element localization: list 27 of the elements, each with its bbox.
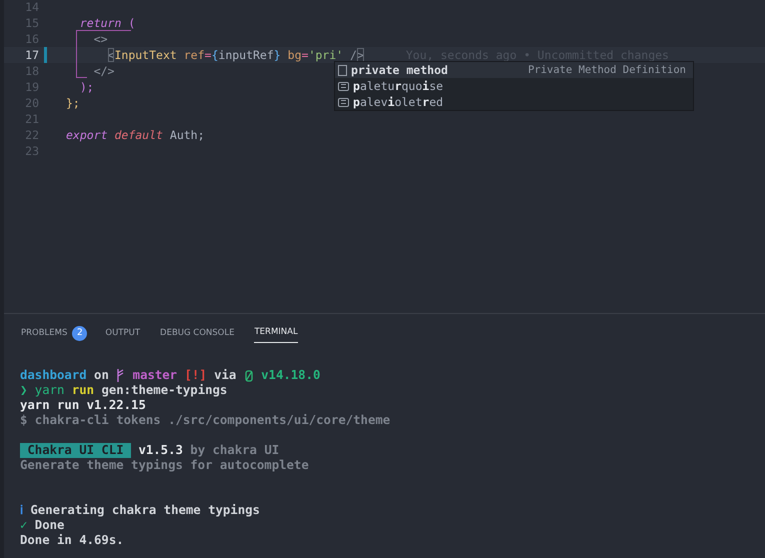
terminal-line: $ chakra-cli tokens ./src/components/ui/core/theme [20, 413, 392, 428]
suggestion-item[interactable]: private method Private Method Definition [335, 62, 693, 78]
lines-icon [338, 98, 349, 106]
terminal-line: ❯ yarn run gen:theme-typings [20, 383, 228, 398]
terminal-line: ✓ Done [20, 518, 66, 533]
code-line: export default Auth; [66, 127, 205, 143]
suggestion-item[interactable]: palevioletred [335, 94, 693, 110]
code-line: ); [78, 79, 94, 95]
terminal-line: ℹ Generating chakra theme typings [20, 503, 261, 518]
count-badge: 2 [72, 326, 88, 340]
square-icon [338, 64, 347, 76]
code-line: }; [66, 95, 80, 111]
code-line: </> [92, 63, 114, 79]
panel-tab[interactable]: OUTPUT [105, 324, 140, 342]
line-number: 17 [24, 47, 39, 63]
terminal-line: Generate theme typings for autocomplete [20, 458, 310, 473]
suggestion-item[interactable]: paleturquoise [335, 78, 693, 94]
lines-icon [338, 82, 349, 90]
code-line: return ( [78, 15, 136, 31]
panel-tab[interactable]: TERMINAL [254, 323, 298, 343]
terminal-line: Done in 4.69s. [20, 533, 125, 548]
panel-tab[interactable]: PROBLEMS [21, 324, 68, 342]
panel-tab[interactable]: DEBUG CONSOLE [160, 324, 234, 342]
terminal-line: Chakra UI CLI v1.5.3 by chakra UI [20, 443, 765, 458]
terminal-line: dashboard on master [!] via v14.18.0 [20, 368, 322, 383]
code-line: <> [92, 31, 108, 47]
terminal-line: yarn run v1.22.15 [20, 398, 147, 413]
